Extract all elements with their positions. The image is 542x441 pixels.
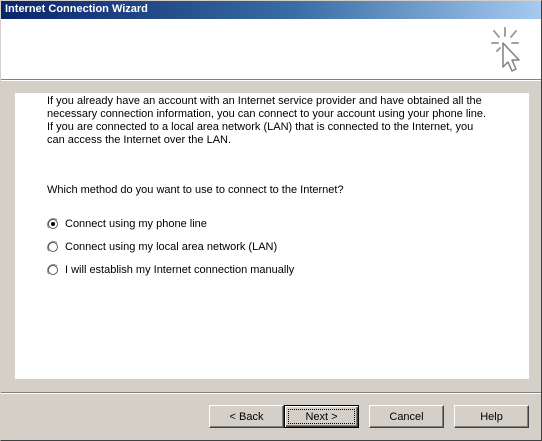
option-label: I will establish my Internet connection …	[65, 264, 295, 276]
wizard-header	[1, 19, 541, 79]
option-lan[interactable]: Connect using my local area network (LAN…	[47, 239, 277, 255]
cancel-button[interactable]: Cancel	[369, 405, 444, 428]
radio-button[interactable]	[47, 241, 59, 253]
help-button[interactable]: Help	[454, 405, 529, 428]
wizard-sparkle-cursor-icon	[491, 27, 520, 72]
title-bar[interactable]: Internet Connection Wizard	[1, 1, 541, 19]
option-manual[interactable]: I will establish my Internet connection …	[47, 262, 294, 278]
radio-button-selected[interactable]	[47, 218, 59, 230]
next-button-label: Next >	[305, 410, 338, 423]
window-title: Internet Connection Wizard	[5, 3, 148, 15]
question-text: Which method do you want to use to conne…	[47, 184, 344, 196]
option-phone-line[interactable]: Connect using my phone line	[47, 216, 207, 232]
next-button[interactable]: Next >	[284, 405, 359, 428]
radio-button[interactable]	[47, 264, 59, 276]
option-label: Connect using my local area network (LAN…	[65, 241, 278, 253]
back-button[interactable]: < Back	[209, 405, 284, 428]
option-label: Connect using my phone line	[65, 218, 207, 230]
wizard-content-panel: If you already have an account with an I…	[15, 93, 529, 379]
intro-text: If you already have an account with an I…	[47, 95, 487, 146]
wizard-window: Internet Connection Wizard If you alread…	[0, 0, 542, 441]
